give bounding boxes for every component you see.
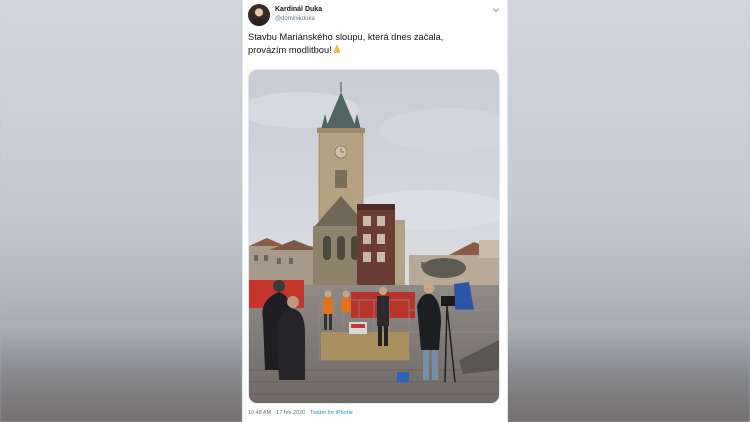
tweet-text-line-2-text: provázím modlitbou!	[248, 45, 332, 55]
author-handle[interactable]: @dominikduka	[275, 16, 315, 22]
tweet-header: Kardinál Duka @dominikduka	[248, 4, 504, 26]
background-blur-left	[0, 0, 242, 422]
tweet-text-line-1: Stavbu Mariánského sloupu, která dnes za…	[248, 32, 444, 42]
tweet-date[interactable]: 17 feb 2020	[276, 410, 305, 416]
background-blur-right	[506, 0, 750, 422]
tweet-source-link[interactable]: Twitter for iPhone	[310, 410, 353, 416]
avatar[interactable]	[248, 4, 270, 26]
author-name[interactable]: Kardinál Duka	[275, 6, 322, 13]
chevron-down-icon[interactable]	[492, 6, 500, 14]
tweet-meta: 10:48 AM · 17 feb 2020 · Twitter for iPh…	[248, 410, 353, 416]
meta-separator-2: ·	[306, 410, 309, 416]
tweet-photo[interactable]	[248, 69, 500, 404]
tweet-text-line-2: provázím modlitbou!	[248, 44, 500, 58]
tweet-card: Kardinál Duka @dominikduka Stavbu Marián…	[242, 0, 508, 422]
tweet-photo-image	[249, 70, 499, 403]
tweet-time[interactable]: 10:48 AM	[248, 410, 271, 416]
folded-hands-icon	[332, 44, 342, 58]
tweet-text: Stavbu Mariánského sloupu, která dnes za…	[248, 31, 500, 58]
meta-separator: ·	[272, 410, 275, 416]
